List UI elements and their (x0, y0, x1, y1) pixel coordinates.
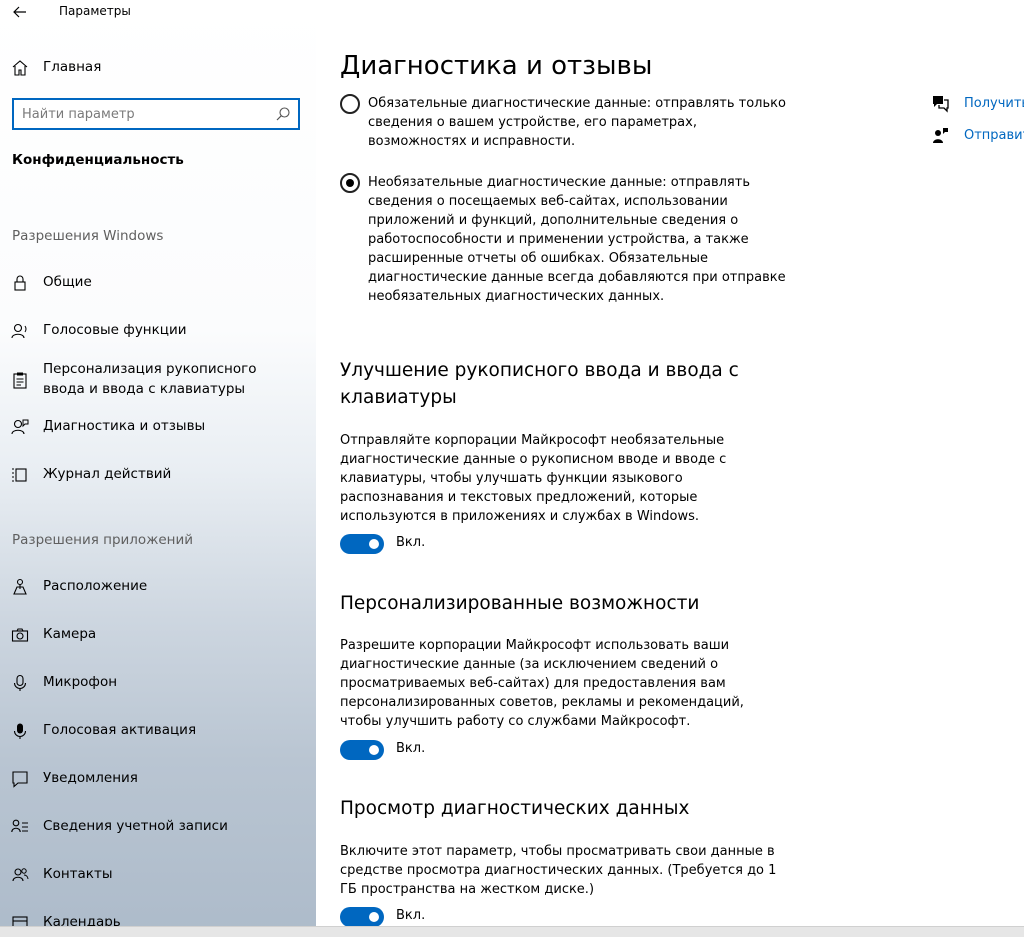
toggle-switch[interactable] (340, 907, 384, 927)
nav-home-label: Главная (43, 59, 102, 75)
section-title-viewer: Просмотр диагностических данных (340, 798, 690, 819)
sidebar-item-label: Голосовая активация (43, 722, 197, 738)
help-chat-icon (933, 96, 949, 113)
related-link-feedback[interactable]: Отправит (928, 126, 1024, 146)
app-title: Параметры (59, 4, 131, 18)
sidebar-item-label: Диагностика и отзывы (43, 418, 206, 434)
sidebar-item-label: Камера (43, 626, 97, 642)
feedback-icon (933, 128, 948, 143)
radio-button[interactable] (340, 94, 360, 114)
sidebar-item-diagnostics[interactable]: Диагностика и отзывы (0, 407, 316, 447)
toggle-tailored[interactable]: Вкл. (340, 740, 540, 760)
radio-label: Необязательные диагностические данные: о… (368, 175, 786, 304)
section-title-inking: Улучшение рукописного ввода и ввода с кл… (340, 360, 739, 408)
title-bar: Параметры (0, 0, 316, 24)
group-header-apps: Разрешения приложений (12, 532, 194, 548)
sidebar-item-microphone[interactable]: Микрофон (0, 663, 316, 703)
radio-button-selected[interactable] (340, 173, 360, 193)
sidebar-item-notifications[interactable]: Уведомления (0, 759, 316, 799)
camera-icon (11, 626, 29, 644)
sidebar-item-contacts[interactable]: Контакты (0, 855, 316, 895)
sidebar-item-label: Уведомления (43, 770, 138, 786)
sidebar-item-label: Журнал действий (43, 466, 172, 482)
sidebar-item-label: Контакты (43, 866, 113, 882)
toggle-state-label: Вкл. (396, 741, 426, 756)
home-icon (11, 59, 29, 77)
notification-icon (11, 770, 29, 788)
search-box[interactable] (12, 98, 300, 130)
page-title: Диагностика и отзывы (340, 51, 653, 81)
radio-label: Обязательные диагностические данные: отп… (368, 96, 786, 149)
search-input[interactable] (14, 101, 264, 127)
related-link-get-help[interactable]: Получить (928, 94, 1024, 114)
sidebar-item-inking-typing[interactable]: Персонализация рукописного ввода и ввода… (0, 359, 316, 407)
sidebar-item-label: Сведения учетной записи (43, 818, 228, 834)
location-icon (11, 578, 29, 596)
microphone-icon (11, 674, 29, 692)
section-desc-viewer: Включите этот параметр, чтобы просматрив… (340, 844, 777, 897)
sidebar-item-speech[interactable]: Голосовые функции (0, 311, 316, 351)
related-link-label[interactable]: Получить (964, 96, 1024, 111)
sidebar-item-voice-activation[interactable]: Голосовая активация (0, 711, 316, 751)
sidebar-item-general[interactable]: Общие (0, 263, 316, 303)
sidebar-item-label: Персонализация рукописного ввода и ввода… (43, 361, 257, 397)
microphone-filled-icon (11, 722, 29, 740)
related-link-label[interactable]: Отправит (964, 128, 1024, 143)
radio-required-diagnostics[interactable]: Обязательные диагностические данные: отп… (340, 94, 800, 154)
sidebar-item-label: Голосовые функции (43, 322, 187, 338)
sidebar: Параметры Главная Конфиденциальность Раз… (0, 0, 316, 937)
sidebar-item-location[interactable]: Расположение (0, 567, 316, 607)
contacts-icon (11, 866, 29, 884)
feedback-person-icon (11, 418, 29, 436)
section-desc-inking: Отправляйте корпорации Майкрософт необяз… (340, 433, 727, 524)
section-desc-tailored: Разрешите корпорации Майкрософт использо… (340, 638, 744, 729)
toggle-state-label: Вкл. (396, 535, 426, 550)
toggle-switch[interactable] (340, 740, 384, 760)
sidebar-item-label: Микрофон (43, 674, 118, 690)
lock-icon (11, 274, 29, 292)
back-button[interactable] (10, 2, 30, 22)
timeline-icon (11, 466, 29, 484)
speech-icon (11, 322, 29, 340)
toggle-state-label: Вкл. (396, 908, 426, 923)
bottom-edge (0, 926, 1024, 937)
sidebar-item-activity-history[interactable]: Журнал действий (0, 455, 316, 495)
sidebar-item-label: Общие (43, 274, 92, 290)
category-title: Конфиденциальность (12, 152, 184, 168)
section-title-tailored: Персонализированные возможности (340, 593, 700, 614)
sidebar-item-camera[interactable]: Камера (0, 615, 316, 655)
account-info-icon (11, 818, 29, 836)
toggle-viewer[interactable]: Вкл. (340, 907, 540, 927)
nav-home[interactable]: Главная (0, 52, 316, 84)
group-header-windows: Разрешения Windows (12, 228, 164, 244)
radio-optional-diagnostics[interactable]: Необязательные диагностические данные: о… (340, 173, 800, 308)
back-arrow-icon (13, 6, 26, 18)
sidebar-item-account-info[interactable]: Сведения учетной записи (0, 807, 316, 847)
search-icon[interactable] (275, 106, 291, 122)
clipboard-icon (11, 371, 29, 389)
sidebar-item-label: Расположение (43, 578, 148, 594)
toggle-inking[interactable]: Вкл. (340, 534, 540, 554)
main-content: Диагностика и отзывы Обязательные диагно… (316, 0, 1024, 937)
toggle-switch[interactable] (340, 534, 384, 554)
